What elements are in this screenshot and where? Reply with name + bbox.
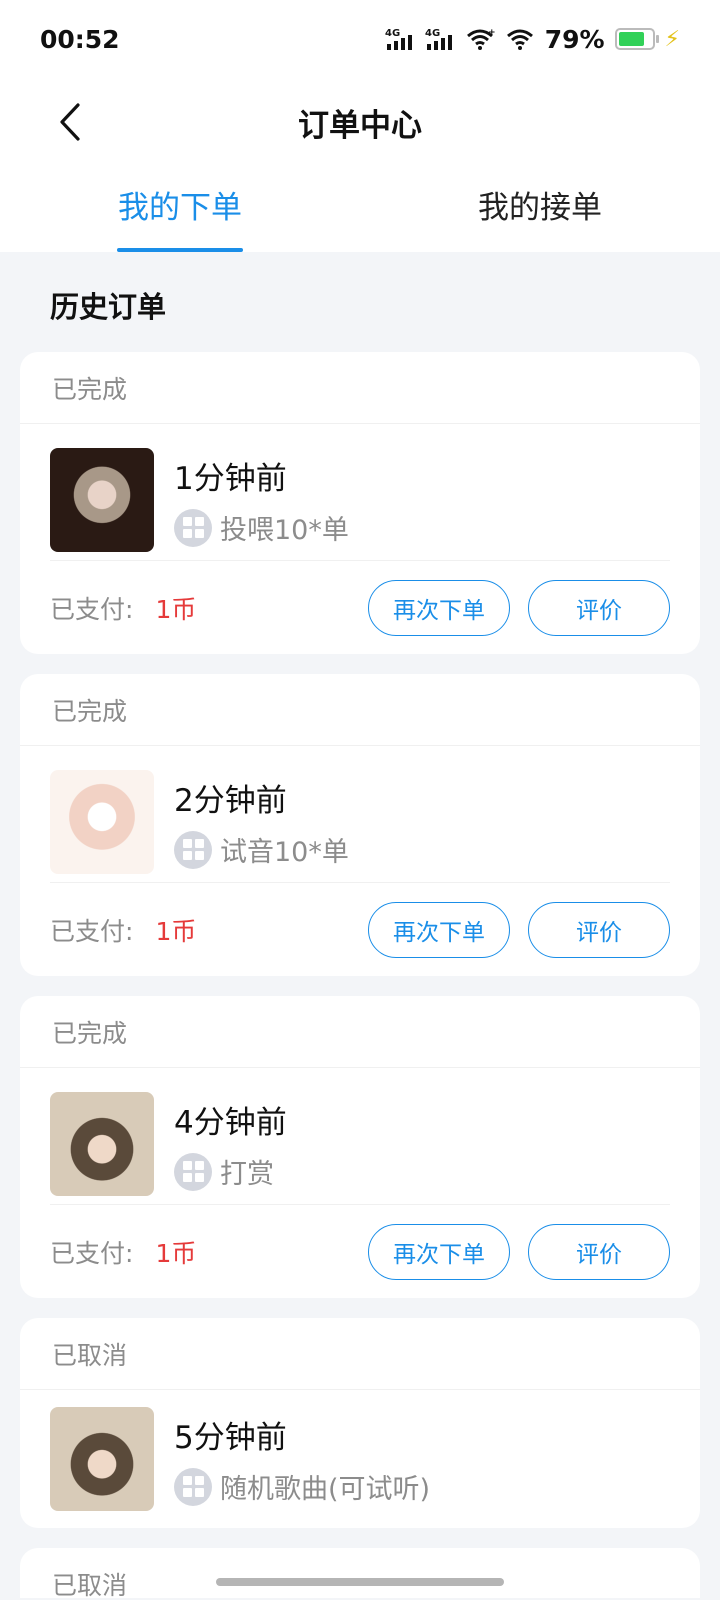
order-time: 1分钟前 <box>174 461 287 497</box>
service-name: 打赏 <box>220 1159 274 1190</box>
home-indicator[interactable] <box>216 1578 504 1586</box>
payment-info: 已支付: 1币 <box>50 590 196 626</box>
status-time: 00:52 <box>40 24 120 54</box>
order-info: 4分钟前 打赏 <box>174 1097 287 1191</box>
nav-bar: 订单中心 <box>0 78 720 166</box>
svg-text:4G: 4G <box>385 28 400 39</box>
avatar <box>50 770 154 874</box>
service-name: 随机歌曲(可试听) <box>220 1474 431 1505</box>
tab-bar: 我的下单 我的接单 <box>0 166 720 252</box>
svg-text:4G: 4G <box>425 28 440 39</box>
order-card[interactable]: 已完成 4分钟前 打赏 已支付: 1币 再次下单 评价 <box>20 996 700 1298</box>
order-service: 试音10*单 <box>174 830 349 869</box>
order-info: 2分钟前 试音10*单 <box>174 775 349 869</box>
service-name: 投喂10*单 <box>220 515 349 546</box>
paid-label: 已支付: <box>50 916 134 946</box>
order-footer: 已支付: 1币 再次下单 评价 <box>50 882 670 976</box>
order-service: 随机歌曲(可试听) <box>174 1467 430 1506</box>
battery-icon <box>614 28 659 50</box>
svg-text:+: + <box>488 28 495 38</box>
service-grid-icon <box>174 830 212 869</box>
service-name: 试音10*单 <box>220 837 349 868</box>
order-time: 4分钟前 <box>174 1105 287 1141</box>
top-area: 00:52 4G 4G + 79% ⚡ 订单中心 我的下单 我的接单 <box>0 0 720 252</box>
order-card[interactable]: 已取消 <box>20 1548 700 1598</box>
paid-amount: 1币 <box>155 594 197 624</box>
review-button[interactable]: 评价 <box>528 1223 670 1280</box>
battery-percent: 79% <box>544 24 605 54</box>
reorder-button[interactable]: 再次下单 <box>368 1223 510 1280</box>
wifi-icon <box>505 27 535 51</box>
order-list: 已完成 1分钟前 投喂10*单 已支付: 1币 再次下单 评价 已完成 2分钟前… <box>0 352 720 1598</box>
service-grid-icon <box>174 1467 212 1506</box>
order-service: 投喂10*单 <box>174 508 349 547</box>
charging-icon: ⚡ <box>664 26 680 52</box>
back-button[interactable] <box>44 96 96 148</box>
payment-info: 已支付: 1币 <box>50 1234 196 1270</box>
paid-amount: 1币 <box>155 916 197 946</box>
order-status: 已完成 <box>20 996 700 1068</box>
payment-info: 已支付: 1币 <box>50 912 196 948</box>
paid-label: 已支付: <box>50 1238 134 1268</box>
paid-label: 已支付: <box>50 594 134 624</box>
order-status: 已完成 <box>20 352 700 424</box>
avatar <box>50 1092 154 1196</box>
action-buttons: 再次下单 评价 <box>368 1223 670 1280</box>
order-info: 5分钟前 随机歌曲(可试听) <box>174 1412 430 1506</box>
action-buttons: 再次下单 评价 <box>368 579 670 636</box>
reorder-button[interactable]: 再次下单 <box>368 579 510 636</box>
back-arrow-icon <box>60 103 80 141</box>
action-buttons: 再次下单 评价 <box>368 901 670 958</box>
order-status: 已取消 <box>20 1548 700 1599</box>
reorder-button[interactable]: 再次下单 <box>368 901 510 958</box>
status-icons: 4G 4G + 79% ⚡ <box>385 25 680 54</box>
order-card[interactable]: 已取消 5分钟前 随机歌曲(可试听) <box>20 1318 700 1528</box>
service-grid-icon <box>174 508 212 547</box>
order-status: 已完成 <box>20 674 700 746</box>
tab-my-orders[interactable]: 我的下单 <box>0 166 360 252</box>
order-service: 打赏 <box>174 1152 287 1191</box>
avatar <box>50 1407 154 1511</box>
hotspot-icon: + <box>465 27 495 51</box>
order-body: 5分钟前 随机歌曲(可试听) <box>20 1390 700 1528</box>
section-title: 历史订单 <box>50 290 167 324</box>
order-footer: 已支付: 1币 再次下单 评价 <box>50 1204 670 1298</box>
order-body: 2分钟前 试音10*单 <box>20 746 700 882</box>
paid-amount: 1币 <box>155 1238 197 1268</box>
order-card[interactable]: 已完成 2分钟前 试音10*单 已支付: 1币 再次下单 评价 <box>20 674 700 976</box>
signal-icon: 4G <box>385 26 415 52</box>
service-grid-icon <box>174 1152 212 1191</box>
battery-fill <box>618 32 644 46</box>
status-bar: 00:52 4G 4G + 79% ⚡ <box>0 0 720 78</box>
order-body: 4分钟前 打赏 <box>20 1068 700 1204</box>
page-title: 订单中心 <box>298 107 422 144</box>
tab-my-accepted[interactable]: 我的接单 <box>360 166 720 252</box>
order-body: 1分钟前 投喂10*单 <box>20 424 700 560</box>
order-status: 已取消 <box>20 1318 700 1390</box>
order-time: 5分钟前 <box>174 1420 287 1456</box>
order-card[interactable]: 已完成 1分钟前 投喂10*单 已支付: 1币 再次下单 评价 <box>20 352 700 654</box>
review-button[interactable]: 评价 <box>528 579 670 636</box>
review-button[interactable]: 评价 <box>528 901 670 958</box>
signal-icon-2: 4G <box>425 26 455 52</box>
order-footer: 已支付: 1币 再次下单 评价 <box>50 560 670 654</box>
avatar <box>50 448 154 552</box>
order-info: 1分钟前 投喂10*单 <box>174 453 349 547</box>
order-time: 2分钟前 <box>174 783 287 819</box>
